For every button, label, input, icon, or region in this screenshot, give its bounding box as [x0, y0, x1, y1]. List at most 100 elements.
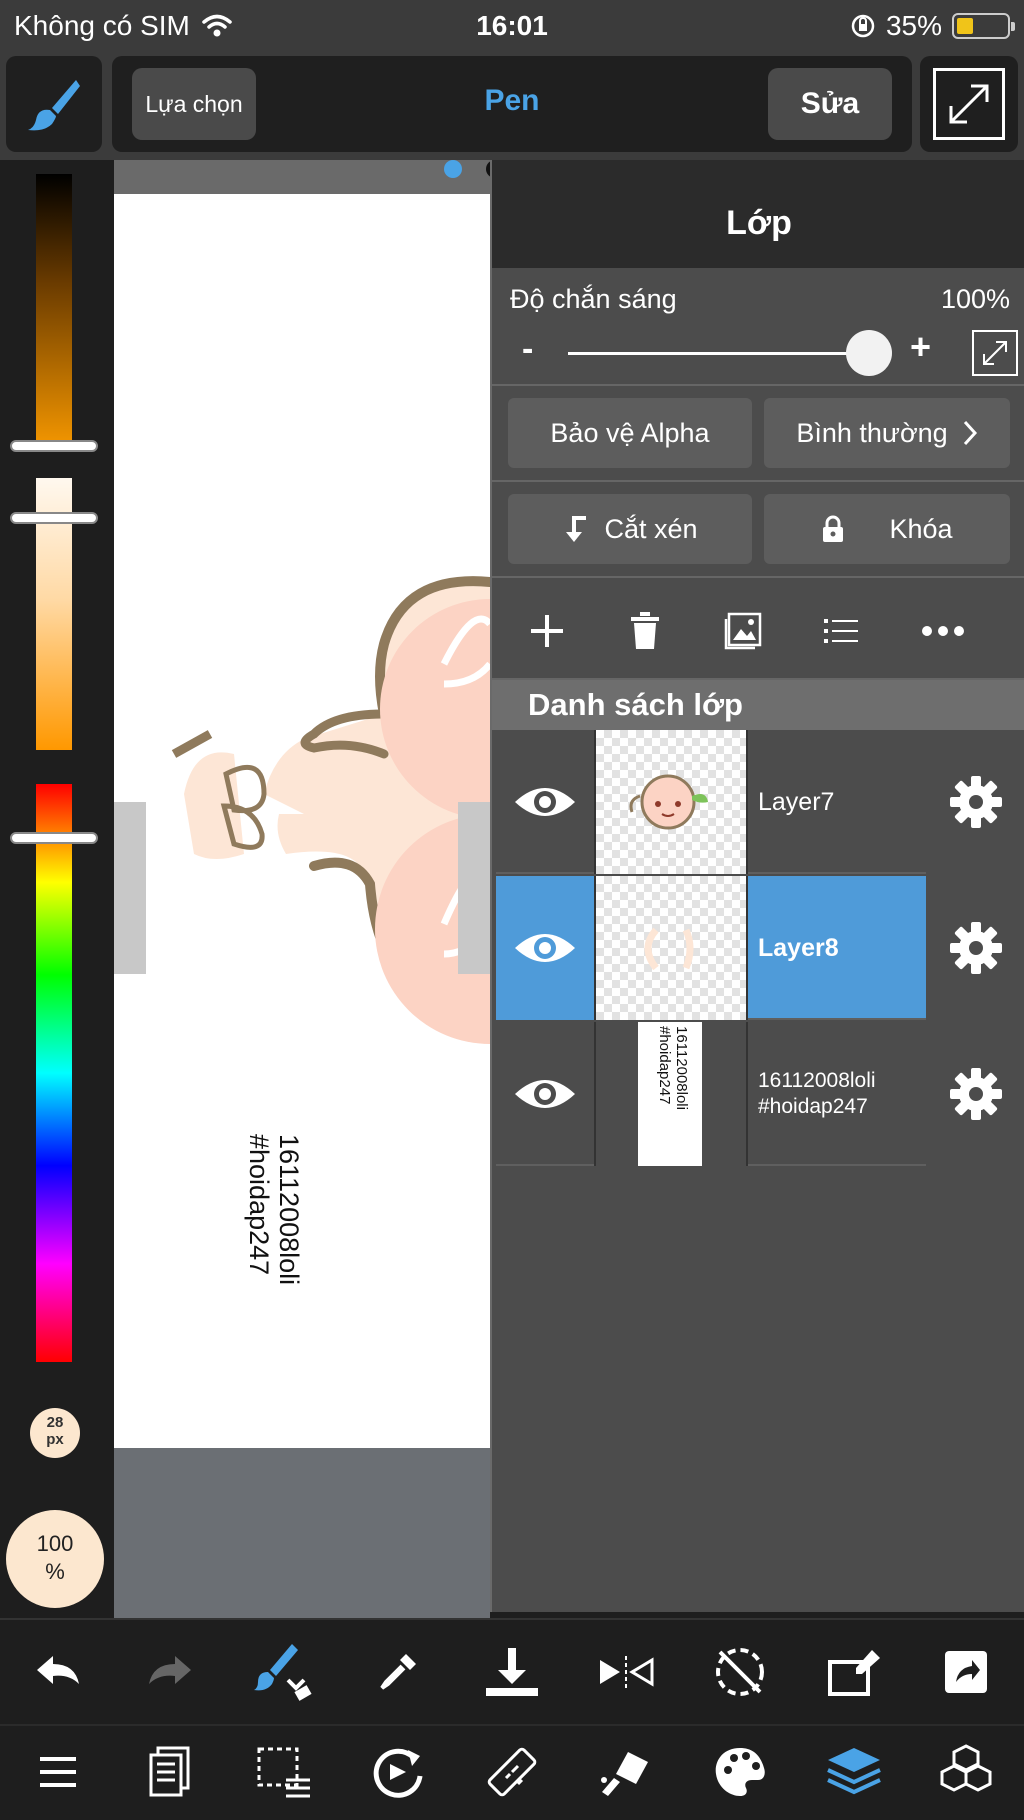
brightness-slider-knob[interactable] [10, 440, 98, 452]
menu-button[interactable] [22, 1736, 94, 1808]
gear-icon [950, 922, 1002, 974]
share-button[interactable] [930, 1636, 1002, 1708]
materials-button[interactable] [930, 1736, 1002, 1808]
image-icon [724, 612, 762, 650]
layer-list-button[interactable] [818, 608, 864, 654]
layer-row[interactable]: 16112008loli #hoidap247 16112008loli #ho… [496, 1022, 1024, 1166]
transform-tool-button[interactable] [362, 1736, 434, 1808]
canvas-left-handle[interactable] [114, 802, 146, 974]
brush-size-text: 28 px [46, 1414, 64, 1448]
save-button[interactable] [476, 1636, 548, 1708]
gear-icon [950, 776, 1002, 828]
flip-button[interactable] [590, 1636, 662, 1708]
layer-settings-button[interactable] [926, 1022, 1024, 1166]
layers-icon [827, 1748, 881, 1795]
opacity-slider-track[interactable] [568, 352, 868, 355]
fullscreen-button[interactable] [920, 56, 1018, 152]
clipping-label: Cắt xén [604, 513, 698, 544]
redo-icon [149, 1656, 191, 1684]
hue-slider[interactable] [36, 784, 72, 1362]
delete-layer-button[interactable] [622, 608, 668, 654]
layer-name: Layer7 [758, 787, 835, 816]
selection-tool-button[interactable] [248, 1736, 320, 1808]
clipping-button[interactable]: Cắt xén [508, 494, 752, 564]
layer-row-selected[interactable]: Layer8 [496, 876, 1024, 1020]
canvas-area[interactable]: 16112008loli #hoidap247 [114, 160, 504, 1618]
rotation-lock-icon [851, 14, 875, 38]
reset-rotation-button[interactable] [704, 1636, 776, 1708]
transform-icon [373, 1748, 423, 1798]
palette-icon [715, 1748, 765, 1796]
eye-icon [515, 788, 575, 816]
brush-size-indicator[interactable]: 28 px [30, 1408, 80, 1458]
expand-icon [983, 341, 1007, 365]
hue-slider-knob[interactable] [10, 832, 98, 844]
opacity-increase-button[interactable]: + [910, 326, 931, 368]
trash-icon [631, 612, 659, 649]
no-rotate-icon [716, 1648, 764, 1696]
eye-icon [515, 1080, 575, 1108]
undo-icon [37, 1656, 79, 1684]
brush-transform-icon [254, 1644, 312, 1701]
chevron-right-icon [963, 420, 977, 446]
list-icon [824, 619, 858, 643]
menu-icon [40, 1757, 76, 1787]
edit-button[interactable]: Sửa [768, 68, 892, 140]
lock-icon [823, 515, 844, 542]
share-icon [945, 1651, 987, 1693]
layer-settings-button[interactable] [926, 876, 1024, 1020]
fill-tool-button[interactable] [590, 1736, 662, 1808]
more-icon [922, 626, 964, 636]
blend-mode-label: Bình thường [796, 417, 948, 448]
alpha-protect-button[interactable]: Bảo vệ Alpha [508, 398, 752, 468]
brush-tool-button[interactable] [6, 56, 102, 152]
layer-image-button[interactable] [720, 608, 766, 654]
layer-mode-row: Bảo vệ Alpha Bình thường [492, 386, 1024, 482]
pages-button[interactable] [134, 1736, 206, 1808]
opacity-label: Độ chắn sáng [510, 284, 677, 314]
blend-mode-button[interactable]: Bình thường [764, 398, 1010, 468]
battery-icon [952, 13, 1015, 39]
brush-transform-button[interactable] [248, 1636, 320, 1708]
alpha-protect-label: Bảo vệ Alpha [550, 417, 710, 448]
layer-visibility-toggle[interactable] [496, 876, 596, 1020]
bottom-toolbar-actions [0, 1618, 1024, 1724]
pages-icon [149, 1746, 190, 1797]
layer-visibility-toggle[interactable] [496, 730, 596, 874]
palette-button[interactable] [704, 1736, 776, 1808]
layer-panel: Lớp Độ chắn sáng 100% - + Bảo vệ Alpha B… [490, 160, 1024, 1612]
expand-panel-button[interactable] [972, 330, 1018, 376]
clipping-arrow-icon [566, 516, 587, 542]
brightness-slider[interactable] [36, 174, 72, 446]
opacity-value: 100% [940, 284, 1010, 314]
opacity-decrease-button[interactable]: - [522, 330, 533, 369]
text-layer-thumbnail-text: 16112008loli #hoidap247 [656, 1026, 690, 1110]
layer-actions-row [492, 584, 1024, 680]
more-options-button[interactable] [920, 608, 966, 654]
brush-icon [28, 80, 80, 131]
layer-row[interactable]: Layer7 [496, 730, 1024, 874]
layer-visibility-toggle[interactable] [496, 1022, 596, 1166]
undo-button[interactable] [22, 1636, 94, 1708]
edit-canvas-button[interactable] [818, 1636, 890, 1708]
lock-button[interactable]: Khóa [764, 494, 1010, 564]
status-right: 35% [850, 10, 1015, 42]
layer-settings-button[interactable] [926, 730, 1024, 874]
bottom-toolbar-tools [0, 1724, 1024, 1820]
drawing-canvas[interactable]: 16112008loli #hoidap247 [114, 194, 490, 1448]
canvas-right-handle[interactable] [458, 802, 490, 974]
flip-icon [600, 1656, 654, 1688]
eyedropper-icon [380, 1654, 416, 1690]
layer-list-header: Danh sách lớp [492, 680, 1024, 730]
layers-button[interactable] [818, 1736, 890, 1808]
brush-opacity-text: 100 % [36, 1531, 74, 1584]
saturation-slider-knob[interactable] [10, 512, 98, 524]
brush-opacity-indicator[interactable]: 100 % [6, 1510, 104, 1608]
ruler-tool-button[interactable] [476, 1736, 548, 1808]
add-layer-button[interactable] [524, 608, 570, 654]
redo-button[interactable] [134, 1636, 206, 1708]
eyedropper-button[interactable] [362, 1636, 434, 1708]
plus-icon [531, 615, 563, 647]
canvas-bottom-margin [114, 1448, 490, 1618]
opacity-slider-thumb[interactable] [846, 330, 892, 376]
